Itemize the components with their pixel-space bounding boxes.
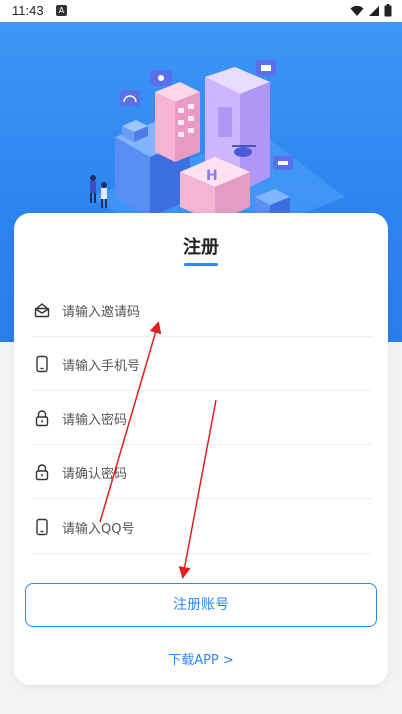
phone-input[interactable]: 请输入手机号 xyxy=(32,337,372,391)
confirm-password-input[interactable]: 请确认密码 xyxy=(32,445,372,499)
title-underline xyxy=(184,263,218,266)
phone-icon xyxy=(36,518,48,536)
confirm-password-placeholder: 请确认密码 xyxy=(62,467,128,482)
status-bar: 11:43 A xyxy=(0,0,402,22)
lock-icon xyxy=(35,464,49,481)
phone-placeholder: 请输入手机号 xyxy=(62,359,141,374)
download-app-link[interactable]: 下载APP > xyxy=(14,649,388,668)
register-button[interactable]: 注册账号 xyxy=(25,583,377,627)
phone-icon xyxy=(36,355,48,373)
battery-icon xyxy=(384,4,392,17)
qq-placeholder: 请输入QQ号 xyxy=(62,522,135,537)
page-title: 注册 xyxy=(183,237,219,258)
password-placeholder: 请输入密码 xyxy=(62,413,128,428)
register-card: 注册 请输入邀请码 请输入手机号 请输入密码 请确认密码 请输入QQ号 注册账号… xyxy=(14,213,388,685)
wifi-icon xyxy=(350,5,364,16)
invite-code-input[interactable]: 请输入邀请码 xyxy=(32,283,372,337)
svg-text:H: H xyxy=(206,168,218,184)
notification-icon: A xyxy=(56,5,67,16)
lock-icon xyxy=(35,410,49,427)
signal-icon xyxy=(369,5,379,16)
invite-code-placeholder: 请输入邀请码 xyxy=(62,305,141,320)
status-icons xyxy=(350,4,392,17)
password-input[interactable]: 请输入密码 xyxy=(32,391,372,445)
status-time: 11:43 xyxy=(12,3,44,18)
qq-input[interactable]: 请输入QQ号 xyxy=(32,500,372,554)
invite-mail-icon xyxy=(34,303,50,318)
